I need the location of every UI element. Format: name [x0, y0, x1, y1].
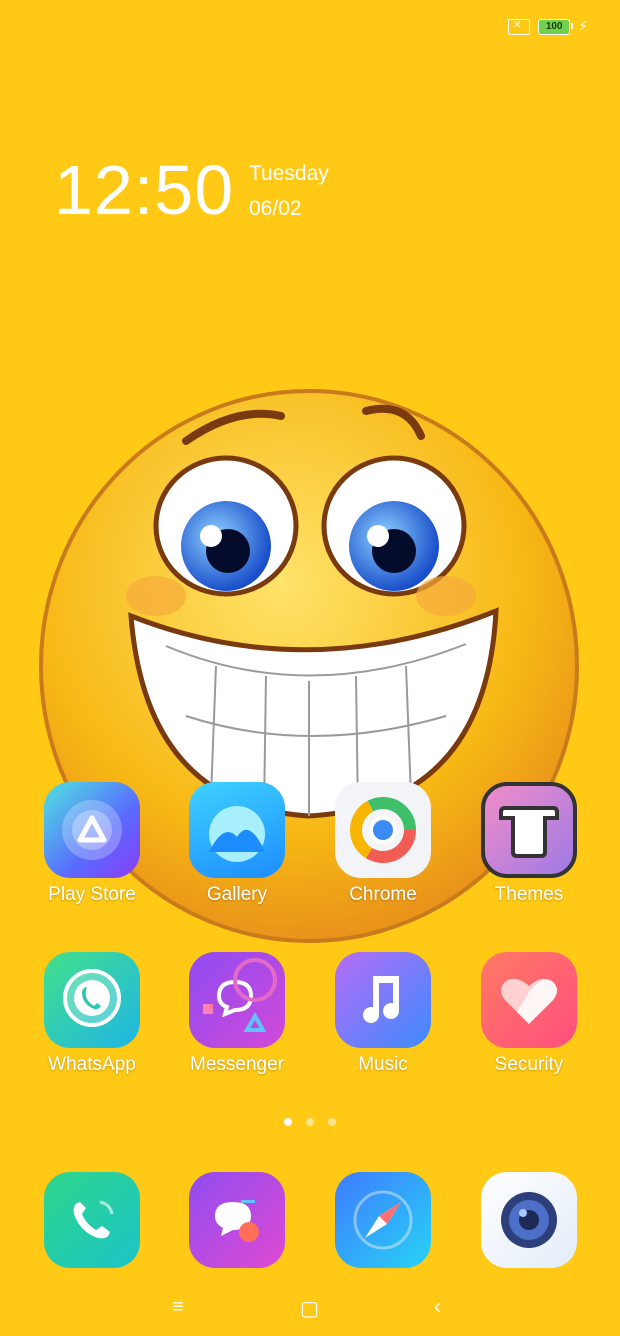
dock-phone[interactable]: [27, 1172, 157, 1268]
security-icon: [481, 952, 577, 1048]
app-label: Messenger: [190, 1054, 284, 1075]
chrome-icon: [335, 782, 431, 878]
app-security[interactable]: Security: [464, 952, 594, 1076]
clock-date: 06/02: [249, 197, 302, 220]
app-label: Security: [494, 1054, 564, 1075]
app-whatsapp[interactable]: WhatsApp: [27, 952, 157, 1076]
app-label: Chrome: [349, 884, 417, 905]
page-dot[interactable]: [306, 1118, 314, 1126]
messenger-icon: [189, 952, 285, 1048]
gallery-icon: [189, 782, 285, 878]
app-messenger[interactable]: Messenger: [172, 952, 302, 1076]
charging-icon: ⚡: [578, 18, 588, 34]
home-icon[interactable]: ▢: [300, 1296, 319, 1321]
page-dot[interactable]: [328, 1118, 336, 1126]
messages-icon: [189, 1172, 285, 1268]
play-store-icon: [44, 782, 140, 878]
music-icon: [335, 952, 431, 1048]
no-sim-icon: [508, 16, 531, 35]
app-label: Play Store: [48, 884, 136, 905]
app-label: Gallery: [206, 884, 268, 905]
dock-messages[interactable]: [172, 1172, 302, 1268]
app-gallery[interactable]: Gallery: [172, 782, 302, 906]
dock-camera[interactable]: [464, 1172, 594, 1268]
app-label: WhatsApp: [48, 1054, 136, 1075]
app-play-store[interactable]: Play Store: [27, 782, 157, 906]
clock-day: Tuesday: [249, 162, 329, 185]
navigation-bar: ≡ ▢ ‹: [0, 1290, 620, 1324]
battery-level: 100: [545, 21, 563, 32]
dock-browser[interactable]: [318, 1172, 448, 1268]
browser-icon: [335, 1172, 431, 1268]
app-label: Music: [358, 1054, 408, 1075]
status-bar: 100 ⚡: [508, 16, 588, 35]
menu-icon[interactable]: ≡: [172, 1296, 184, 1319]
page-indicator: [0, 1118, 620, 1126]
app-chrome[interactable]: Chrome: [318, 782, 448, 906]
back-icon[interactable]: ‹: [434, 1296, 441, 1319]
page-dot[interactable]: [284, 1118, 292, 1126]
app-themes[interactable]: Themes: [464, 782, 594, 906]
app-label: Themes: [494, 884, 564, 905]
clock-time[interactable]: 12:50: [54, 150, 234, 230]
phone-icon: [44, 1172, 140, 1268]
themes-icon: [481, 782, 577, 878]
whatsapp-icon: [44, 952, 140, 1048]
camera-icon: [481, 1172, 577, 1268]
app-music[interactable]: Music: [318, 952, 448, 1076]
battery-icon: 100: [538, 18, 574, 35]
